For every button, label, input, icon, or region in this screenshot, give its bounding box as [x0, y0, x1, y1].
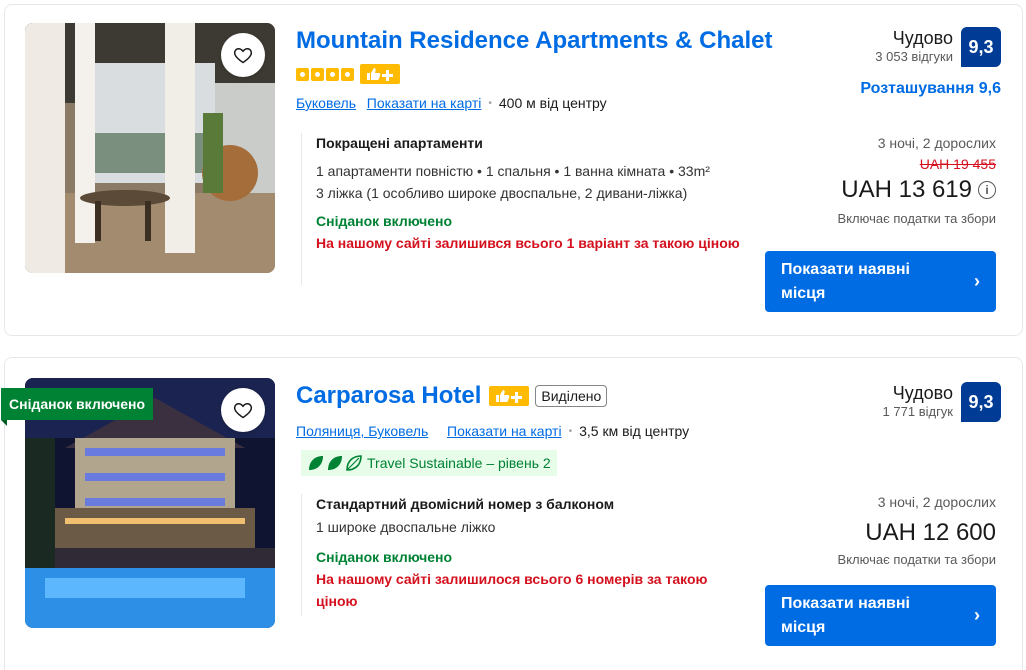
- separator: [436, 426, 439, 437]
- score-badge: 9,3: [961, 382, 1001, 422]
- heart-icon: [233, 47, 253, 64]
- sustainability-level: Travel Sustainable – рівень 2: [367, 455, 551, 471]
- distance: 3,5 км від центру: [579, 423, 690, 439]
- property-title[interactable]: Carparosa Hotel: [296, 382, 481, 410]
- title-row: Carparosa Hotel Виділено: [296, 382, 608, 410]
- nights-guests: 3 ночі, 2 дорослих: [877, 135, 996, 151]
- star-icon: [311, 67, 324, 81]
- property-card: Сніданок включено Carparosa Hotel Виділе…: [1, 357, 1023, 670]
- separator-dot: •: [488, 97, 492, 109]
- price-value: UAH 13 619: [841, 176, 972, 203]
- breakfast-included: Сніданок включено: [316, 549, 453, 565]
- current-price: UAH 13 619 i: [838, 175, 996, 205]
- thumbs-up-plus-icon: [360, 64, 400, 84]
- room-info: Покращені апартаменти 1 апартаменти повн…: [301, 133, 751, 285]
- property-card: Mountain Residence Apartments & Chalet Б…: [4, 4, 1023, 336]
- taxes-note: Включає податки та збори: [837, 211, 996, 226]
- review-score[interactable]: Чудово 3 053 відгуки 9,3: [875, 27, 1001, 67]
- bed-info: 1 широке двоспальне ліжко: [316, 519, 496, 535]
- show-on-map-link[interactable]: Показати на карті: [447, 423, 562, 439]
- room-name: Покращені апартаменти: [316, 135, 483, 151]
- room-details: 1 апартаменти повністю • 1 спальня • 1 в…: [316, 163, 710, 179]
- nights-guests: 3 ночі, 2 дорослих: [877, 494, 996, 510]
- price-block: 3 ночі, 2 дорослих UAH 19 455 UAH 13 619…: [838, 133, 996, 229]
- bed-info: 3 ліжка (1 особливо широке двоспальне, 2…: [316, 185, 688, 201]
- favorite-button[interactable]: [221, 33, 265, 77]
- show-availability-button[interactable]: Показати наявні місця ›: [765, 585, 996, 646]
- original-price: UAH 19 455: [919, 156, 996, 172]
- sustainability-badge[interactable]: Travel Sustainable – рівень 2: [301, 450, 557, 476]
- chevron-right-icon: ›: [974, 271, 980, 291]
- location-row: Поляниця, Буковель Показати на карті • 3…: [296, 423, 689, 439]
- separator: [360, 98, 363, 109]
- taxes-note: Включає податки та збори: [837, 552, 996, 567]
- separator-dot: •: [568, 425, 573, 437]
- breakfast-included: Сніданок включено: [316, 213, 453, 229]
- thumbs-up-plus-icon: [489, 386, 530, 406]
- room-info: Стандартний двомісний номер з балконом 1…: [301, 494, 751, 616]
- property-title[interactable]: Mountain Residence Apartments & Chalet: [296, 27, 773, 55]
- scarcity-message: На нашому сайті залишився всього 1 варіа…: [316, 235, 740, 251]
- review-word: Чудово: [892, 28, 953, 48]
- review-count: 3 053 відгуки: [875, 49, 953, 64]
- show-on-map-link[interactable]: Показати на карті: [367, 95, 482, 111]
- review-count: 1 771 відгук: [882, 404, 953, 419]
- star-icon: [341, 67, 354, 81]
- room-name: Стандартний двомісний номер з балконом: [316, 496, 615, 512]
- star-rating: [296, 64, 400, 84]
- score-badge: 9,3: [961, 27, 1001, 67]
- star-icon: [296, 67, 309, 81]
- leaf-icon: [309, 456, 323, 470]
- leaf-icon: [328, 456, 342, 470]
- show-availability-button[interactable]: Показати наявні місця ›: [765, 251, 996, 312]
- breakfast-ribbon: Сніданок включено: [1, 388, 154, 426]
- review-word: Чудово: [892, 383, 953, 403]
- location-score: Розташування 9,6: [860, 80, 1001, 97]
- distance: 400 м від центру: [498, 95, 607, 111]
- current-price: UAH 12 600: [838, 518, 996, 548]
- city-link[interactable]: Буковель: [296, 95, 356, 111]
- favorite-button[interactable]: [221, 388, 265, 432]
- city-link[interactable]: Поляниця, Буковель: [296, 423, 428, 439]
- chevron-right-icon: ›: [974, 605, 980, 625]
- button-label: Показати наявні місця: [781, 260, 910, 302]
- highlighted-badge: Виділено: [535, 385, 608, 407]
- star-icon: [326, 67, 339, 81]
- leaf-icon: [346, 455, 362, 471]
- scarcity-message: На нашому сайті залишилося всього 6 номе…: [316, 571, 708, 609]
- price-block: 3 ночі, 2 дорослих UAH 12 600 Включає по…: [838, 492, 996, 570]
- button-label: Показати наявні місця: [781, 594, 910, 636]
- review-score[interactable]: Чудово 1 771 відгук 9,3: [883, 382, 1001, 422]
- heart-icon: [233, 402, 253, 419]
- location-row: Буковель Показати на карті • 400 м від ц…: [296, 95, 607, 111]
- price-value: UAH 12 600: [865, 519, 996, 546]
- property-photo[interactable]: [25, 23, 275, 273]
- info-icon[interactable]: i: [978, 181, 996, 199]
